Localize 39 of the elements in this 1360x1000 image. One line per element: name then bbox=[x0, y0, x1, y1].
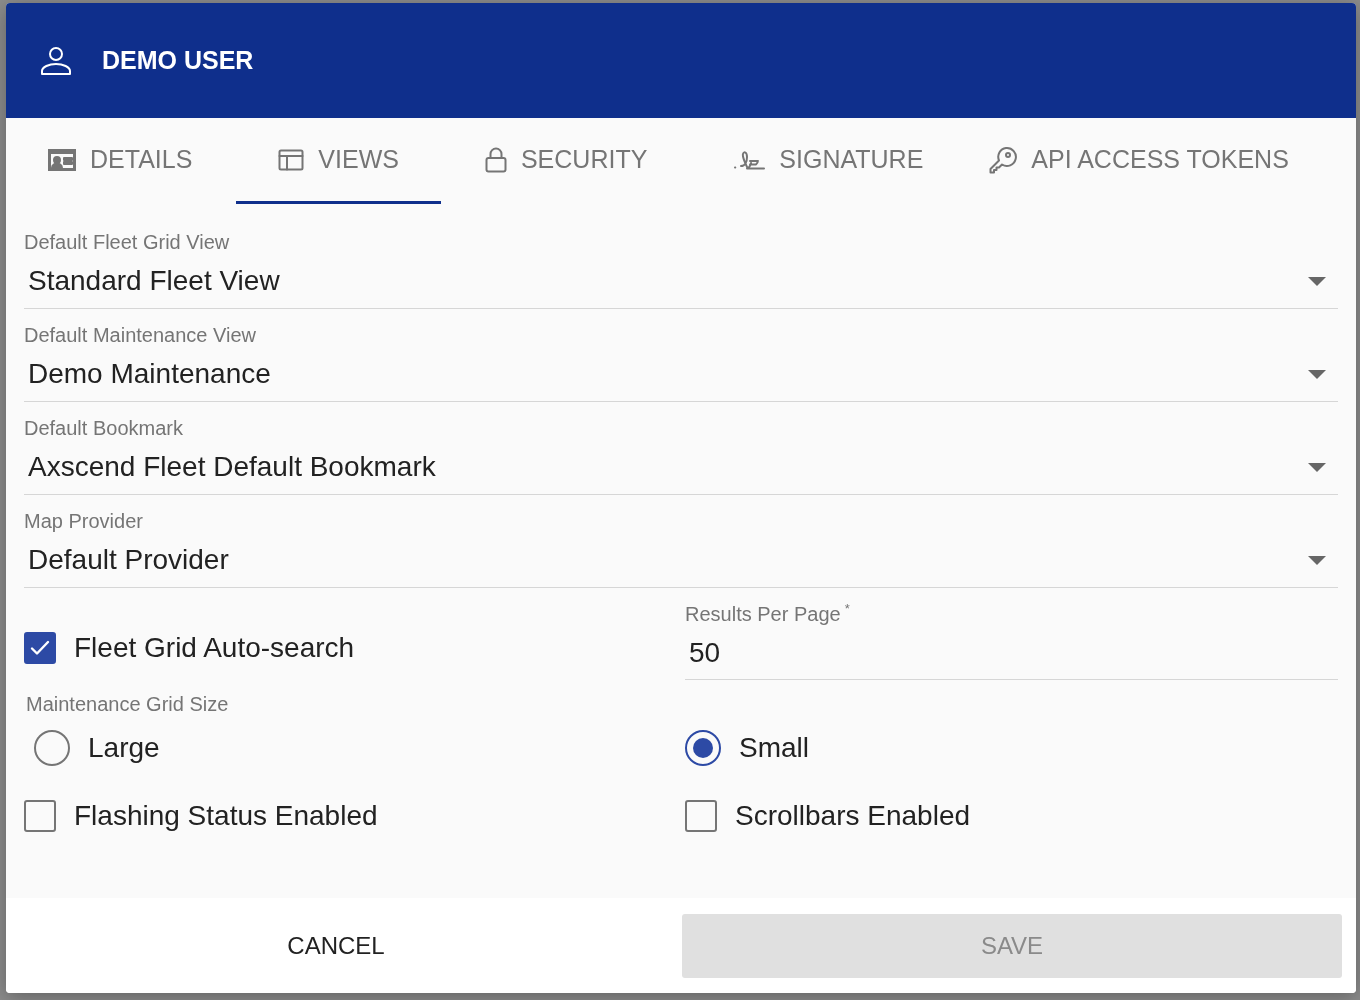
field-label: Map Provider bbox=[24, 509, 144, 533]
lock-icon bbox=[484, 146, 507, 173]
user-icon bbox=[40, 45, 72, 76]
field-label: Results Per Page bbox=[685, 602, 841, 626]
tab[interactable]: API ACCESS TOKENS bbox=[967, 118, 1311, 204]
tab[interactable]: DETAILS bbox=[30, 118, 233, 204]
key-icon bbox=[989, 145, 1018, 174]
radio-label: Large bbox=[88, 732, 160, 764]
dropdown-field[interactable]: Default Provider bbox=[24, 533, 1338, 588]
radio-label: Small bbox=[739, 732, 809, 764]
checkbox-label: Flashing Status Enabled bbox=[74, 800, 378, 832]
checkbox[interactable] bbox=[685, 800, 717, 832]
field-label: Default Maintenance View bbox=[24, 323, 257, 347]
caret-icon bbox=[1308, 369, 1326, 379]
tab[interactable]: SECURITY bbox=[444, 118, 688, 204]
checkbox[interactable] bbox=[24, 632, 56, 664]
dropdown-field[interactable]: Standard Fleet View bbox=[24, 254, 1338, 309]
id-card-icon bbox=[48, 148, 76, 171]
required-mark: * bbox=[844, 602, 850, 616]
input-field[interactable]: 50 bbox=[685, 626, 1338, 680]
caret-icon bbox=[1308, 276, 1326, 286]
checkbox-label: Fleet Grid Auto-search bbox=[74, 632, 355, 664]
dialog-title: DEMO USER bbox=[102, 46, 254, 75]
tab[interactable]: SIGNATURE bbox=[691, 118, 964, 204]
radio-button[interactable] bbox=[34, 730, 70, 766]
dropdown-field[interactable]: Demo Maintenance bbox=[24, 347, 1338, 402]
checkbox[interactable] bbox=[24, 800, 56, 832]
dropdown-field[interactable]: Axscend Fleet Default Bookmark bbox=[24, 440, 1338, 495]
cancel-button[interactable]: CANCEL bbox=[6, 913, 666, 978]
field-label: Default Fleet Grid View bbox=[24, 230, 231, 254]
caret-icon bbox=[1308, 555, 1326, 565]
signature-icon bbox=[733, 148, 766, 171]
caret-icon bbox=[1308, 462, 1326, 472]
layout-icon bbox=[278, 148, 305, 171]
checkbox-label: Scrollbars Enabled bbox=[735, 800, 971, 832]
tab[interactable]: VIEWS bbox=[236, 118, 441, 204]
field-label: Maintenance Grid Size bbox=[25, 692, 230, 716]
radio-button[interactable] bbox=[685, 730, 721, 766]
field-label: Default Bookmark bbox=[24, 416, 184, 440]
